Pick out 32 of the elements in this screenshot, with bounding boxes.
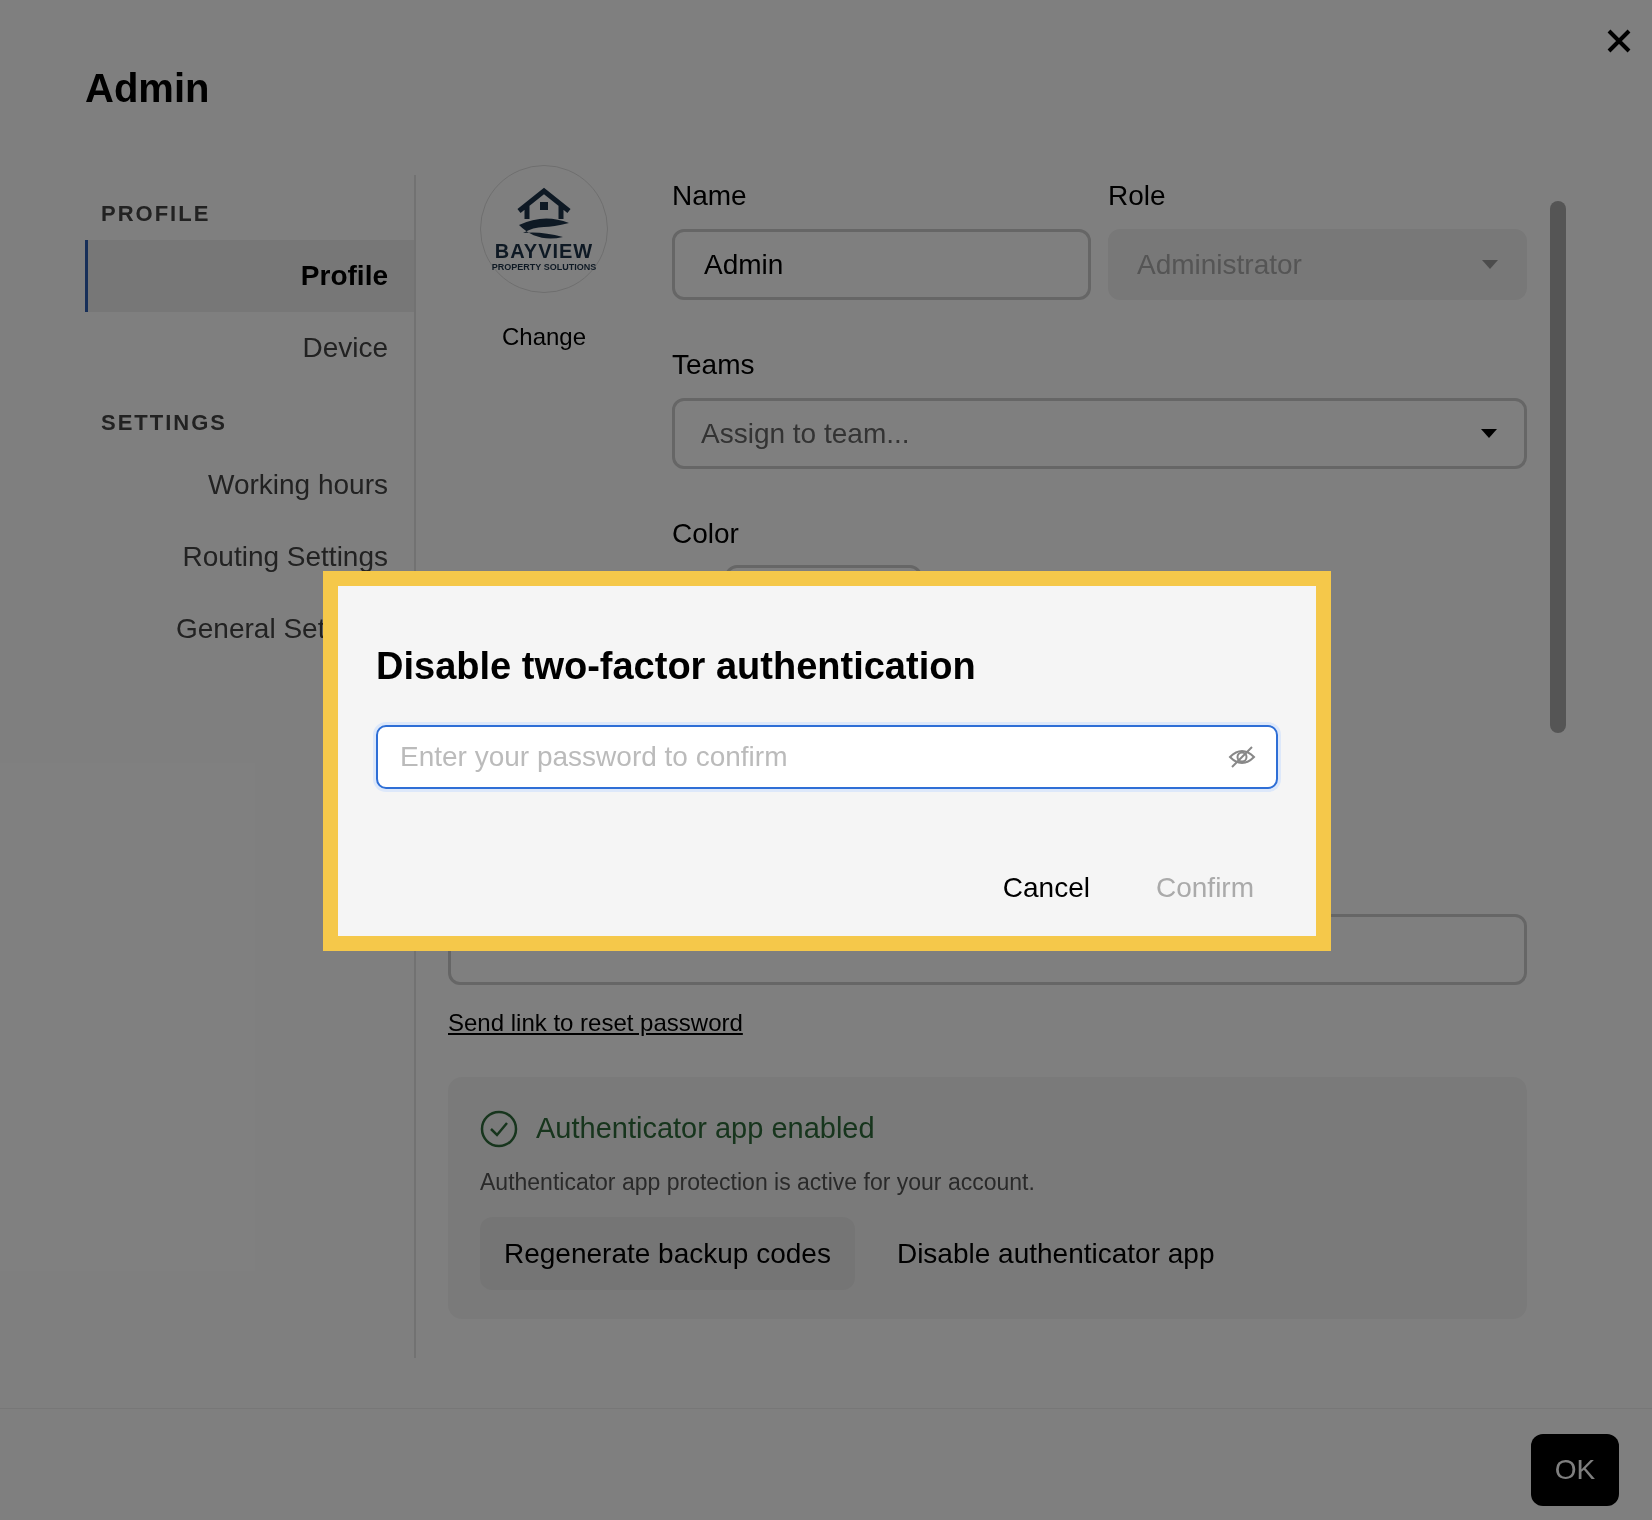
field-label: Color (672, 517, 740, 551)
change-logo-button[interactable]: Change (501, 319, 587, 355)
sidebar-item[interactable]: Routing Settings (85, 521, 414, 593)
logo-wordmark: BAYVIEW (494, 240, 594, 261)
sidebar-item[interactable]: Working hours (85, 449, 414, 521)
ok-button[interactable]: OK (1531, 1434, 1619, 1506)
caret-icon (1482, 260, 1498, 269)
status-text: Authenticator app enabled (536, 1111, 875, 1146)
field-label: Name (672, 179, 748, 213)
dialog-title: Disable two-factor authentication (376, 644, 977, 689)
sidebar-item[interactable]: General Set (176, 608, 326, 650)
disable-app-button[interactable]: Disable authenticator app (872, 1217, 1239, 1290)
cancel-button[interactable]: Cancel (1002, 867, 1090, 909)
name-field[interactable]: Admin (672, 229, 1091, 300)
regenerate-codes-button[interactable]: Regenerate backup codes (480, 1217, 855, 1290)
logo-tagline: PROPERTY SOLUTIONS (491, 262, 597, 272)
field-label: Role (1108, 179, 1167, 213)
reset-password-link[interactable]: Send link to reset password (448, 1005, 743, 1041)
scrollbar[interactable] (1550, 201, 1566, 733)
field-label: Teams (672, 348, 756, 382)
sidebar-item[interactable]: Profile (85, 240, 414, 312)
description-text: Authenticator app protection is active for your account. (480, 1167, 1036, 1197)
eye-off-icon[interactable] (1228, 745, 1256, 769)
password-field[interactable]: Enter your password to confirm (376, 725, 1278, 789)
check-circle-icon (480, 1109, 518, 1148)
close-icon[interactable] (1606, 28, 1632, 54)
section-heading: SETTINGS (100, 409, 227, 437)
caret-icon (1481, 429, 1497, 438)
teams-dropdown[interactable]: Assign to team... (672, 398, 1527, 469)
window-title: Admin (85, 65, 210, 112)
section-heading: PROFILE (100, 200, 211, 228)
sidebar-item[interactable]: Device (85, 312, 414, 384)
